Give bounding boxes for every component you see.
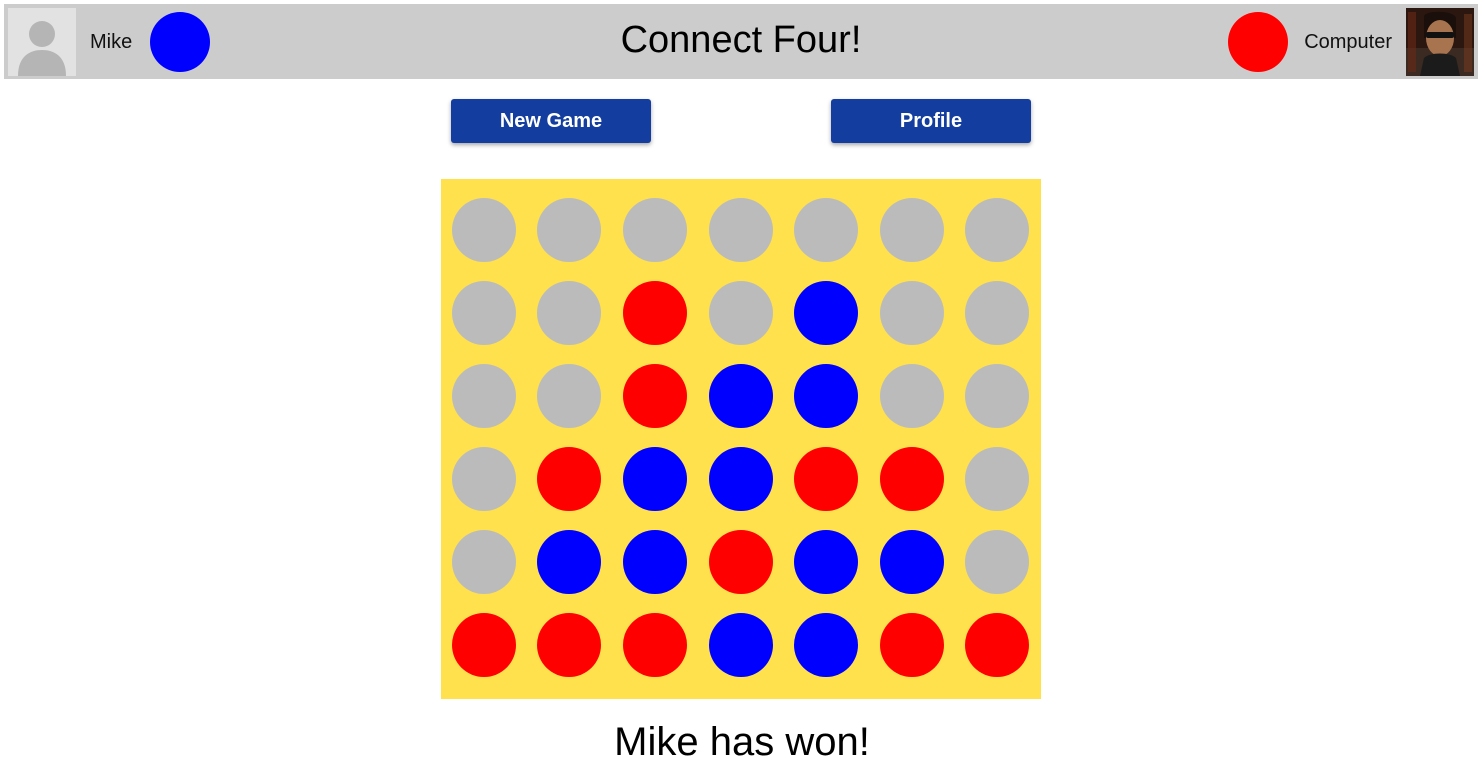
board-cell-r2-c4[interactable] [709, 281, 773, 345]
board-cell-r5-c6[interactable] [880, 530, 944, 594]
board-cell-r6-c4[interactable] [709, 613, 773, 677]
player-two-name: Computer [1304, 31, 1392, 53]
board-cell-r1-c1[interactable] [452, 198, 516, 262]
board-cell-r3-c5[interactable] [794, 364, 858, 428]
game-board [441, 179, 1041, 699]
board-cell-r1-c5[interactable] [794, 198, 858, 262]
board-cell-r2-c7[interactable] [965, 281, 1029, 345]
board-cell-r5-c1[interactable] [452, 530, 516, 594]
board-cell-r1-c6[interactable] [880, 198, 944, 262]
board-cell-r1-c7[interactable] [965, 198, 1029, 262]
board-cell-r3-c2[interactable] [537, 364, 601, 428]
board-cell-r5-c4[interactable] [709, 530, 773, 594]
board-cell-r6-c3[interactable] [623, 613, 687, 677]
board-cell-r1-c2[interactable] [537, 198, 601, 262]
board-cell-r1-c3[interactable] [623, 198, 687, 262]
game-header: Mike Connect Four! Computer [4, 4, 1478, 79]
player-two-chip [1228, 12, 1288, 72]
board-cell-r5-c5[interactable] [794, 530, 858, 594]
board-cell-r3-c1[interactable] [452, 364, 516, 428]
board-cell-r1-c4[interactable] [709, 198, 773, 262]
board-cell-r5-c3[interactable] [623, 530, 687, 594]
board-cell-r2-c2[interactable] [537, 281, 601, 345]
board-cell-r6-c1[interactable] [452, 613, 516, 677]
board-cell-r6-c5[interactable] [794, 613, 858, 677]
board-cell-r3-c6[interactable] [880, 364, 944, 428]
board-cell-r5-c7[interactable] [965, 530, 1029, 594]
board-cell-r4-c1[interactable] [452, 447, 516, 511]
board-cell-r3-c3[interactable] [623, 364, 687, 428]
profile-button[interactable]: Profile [831, 99, 1031, 143]
board-cell-r2-c6[interactable] [880, 281, 944, 345]
board-cell-r4-c2[interactable] [537, 447, 601, 511]
board-cell-r4-c4[interactable] [709, 447, 773, 511]
board-cell-r2-c3[interactable] [623, 281, 687, 345]
board-cell-r4-c3[interactable] [623, 447, 687, 511]
player-two-avatar [1406, 8, 1474, 76]
board-cell-r3-c4[interactable] [709, 364, 773, 428]
board-cell-r6-c6[interactable] [880, 613, 944, 677]
board-cell-r2-c5[interactable] [794, 281, 858, 345]
board-cell-r4-c5[interactable] [794, 447, 858, 511]
board-cell-r6-c2[interactable] [537, 613, 601, 677]
board-cell-r4-c6[interactable] [880, 447, 944, 511]
new-game-button[interactable]: New Game [451, 99, 651, 143]
board-cell-r6-c7[interactable] [965, 613, 1029, 677]
board-cell-r5-c2[interactable] [537, 530, 601, 594]
game-status-message: Mike has won! [614, 720, 870, 764]
board-cell-r4-c7[interactable] [965, 447, 1029, 511]
board-cell-r2-c1[interactable] [452, 281, 516, 345]
board-cell-r3-c7[interactable] [965, 364, 1029, 428]
